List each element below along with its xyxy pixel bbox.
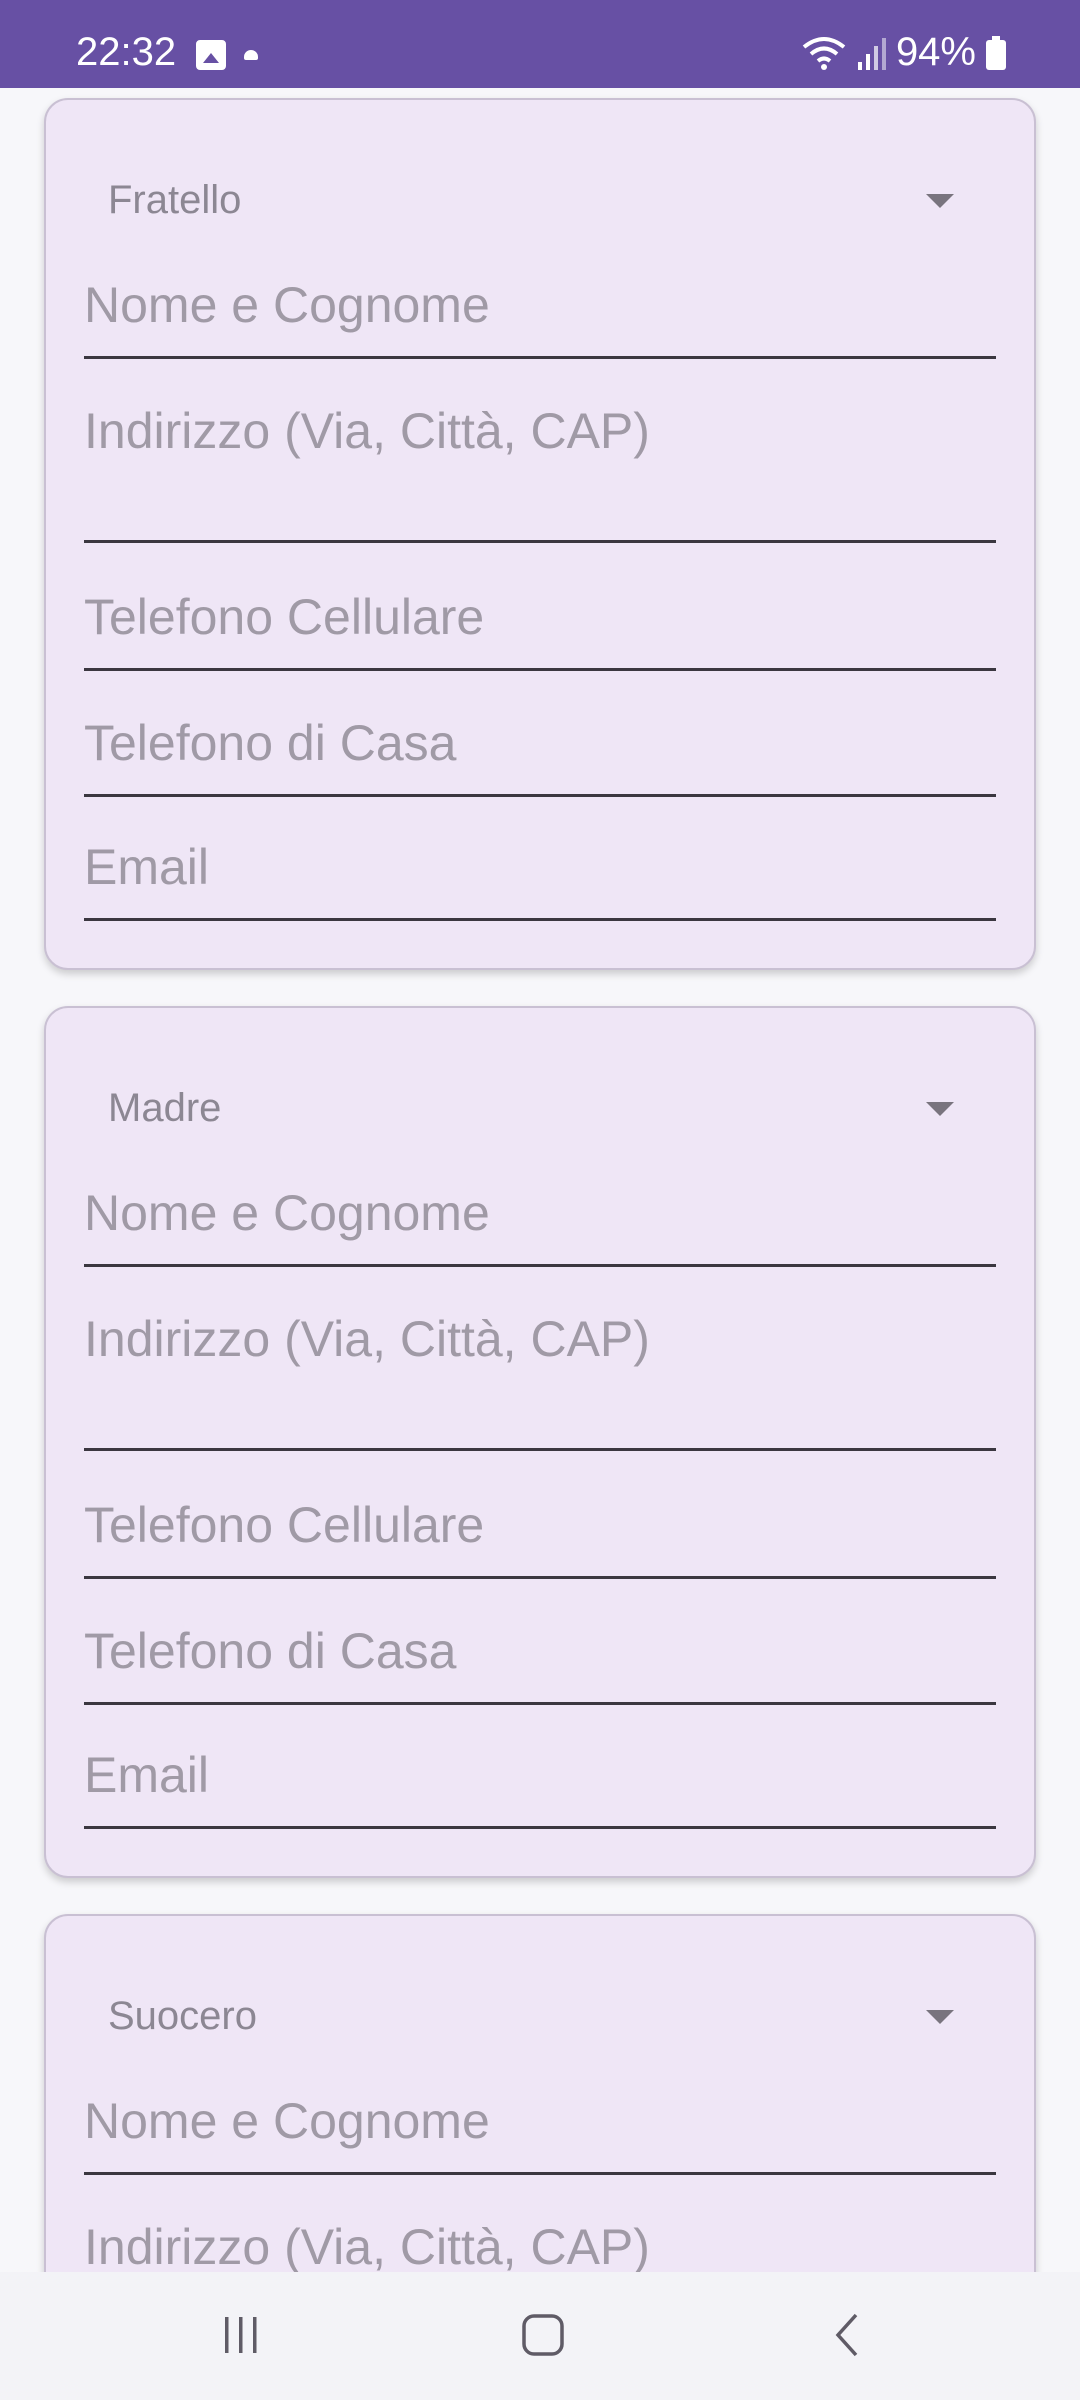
chevron-down-icon [926, 1102, 954, 1116]
back-icon [832, 2311, 862, 2364]
relatives-form-list[interactable]: Fratello Nome e Cognome Indirizzo (Via, … [0, 88, 1080, 2272]
email-field[interactable]: Email [84, 838, 996, 921]
home-phone-field[interactable]: Telefono di Casa [84, 714, 996, 797]
chevron-down-icon [926, 194, 954, 208]
name-field[interactable]: Nome e Cognome [84, 2092, 996, 2175]
address-placeholder: Indirizzo (Via, Città, CAP) [84, 1311, 650, 1367]
status-notification-icons [196, 40, 258, 70]
name-placeholder: Nome e Cognome [84, 1185, 490, 1241]
mobile-phone-placeholder: Telefono Cellulare [84, 589, 485, 645]
relation-value: Suocero [108, 1994, 257, 2038]
signal-icon [856, 36, 886, 70]
address-placeholder: Indirizzo (Via, Città, CAP) [84, 2219, 650, 2272]
chevron-down-icon [926, 2010, 954, 2024]
email-placeholder: Email [84, 839, 210, 895]
name-field[interactable]: Nome e Cognome [84, 276, 996, 359]
address-field[interactable]: Indirizzo (Via, Città, CAP) [84, 402, 996, 543]
address-field[interactable]: Indirizzo (Via, Città, CAP) [84, 1310, 996, 1451]
status-system-icons: 94% [802, 30, 1006, 75]
address-field[interactable]: Indirizzo (Via, Città, CAP) [84, 2218, 996, 2272]
address-placeholder: Indirizzo (Via, Città, CAP) [84, 403, 650, 459]
relative-card: Fratello Nome e Cognome Indirizzo (Via, … [44, 98, 1036, 970]
relation-dropdown[interactable]: Madre [108, 1062, 972, 1152]
home-phone-placeholder: Telefono di Casa [84, 1623, 457, 1679]
battery-percentage: 94% [895, 30, 976, 74]
back-button[interactable] [802, 2302, 892, 2372]
relation-value: Madre [108, 1086, 222, 1130]
mobile-phone-placeholder: Telefono Cellulare [84, 1497, 485, 1553]
mobile-phone-field[interactable]: Telefono Cellulare [84, 588, 996, 671]
relation-dropdown[interactable]: Suocero [108, 1970, 972, 2060]
relation-value: Fratello [108, 178, 242, 222]
relation-dropdown[interactable]: Fratello [108, 154, 972, 244]
dot-icon [244, 50, 258, 60]
wifi-icon [802, 35, 846, 71]
name-field[interactable]: Nome e Cognome [84, 1184, 996, 1267]
name-placeholder: Nome e Cognome [84, 2093, 490, 2149]
relative-card: Suocero Nome e Cognome Indirizzo (Via, C… [44, 1914, 1036, 2272]
email-placeholder: Email [84, 1747, 210, 1803]
email-field[interactable]: Email [84, 1746, 996, 1829]
status-time: 22:32 [76, 30, 177, 74]
home-phone-placeholder: Telefono di Casa [84, 715, 457, 771]
image-icon [196, 40, 226, 70]
recents-icon [221, 2315, 261, 2360]
recents-button[interactable] [196, 2302, 286, 2372]
relative-card: Madre Nome e Cognome Indirizzo (Via, Cit… [44, 1006, 1036, 1878]
home-phone-field[interactable]: Telefono di Casa [84, 1622, 996, 1705]
name-placeholder: Nome e Cognome [84, 277, 490, 333]
battery-icon [986, 35, 1006, 70]
status-bar: 22:32 94% [0, 0, 1080, 88]
home-button[interactable] [498, 2302, 588, 2372]
home-icon [521, 2313, 565, 2362]
system-navigation-bar [0, 2272, 1080, 2400]
mobile-phone-field[interactable]: Telefono Cellulare [84, 1496, 996, 1579]
